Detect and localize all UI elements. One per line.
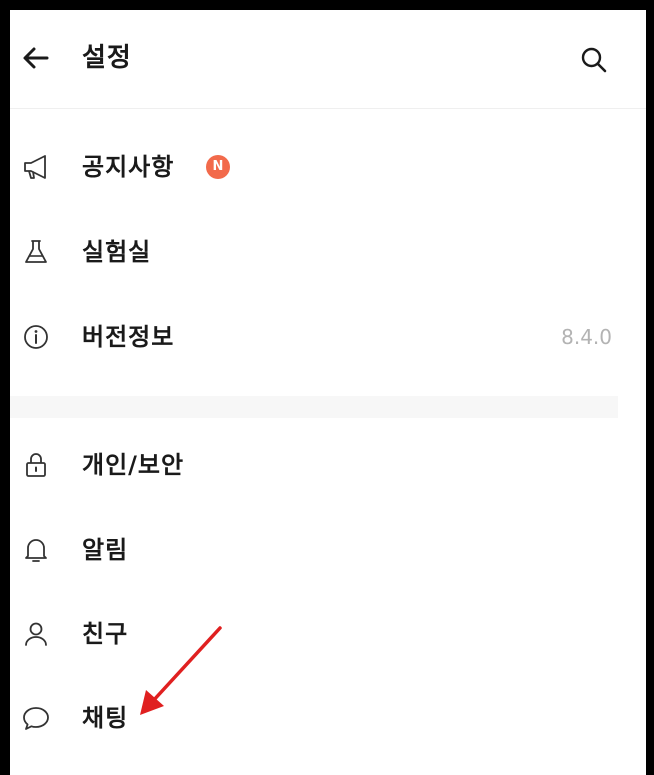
chat-bubble-icon xyxy=(18,700,54,736)
menu-item-notices[interactable]: 공지사항 N xyxy=(10,137,630,197)
version-number: 8.4.0 xyxy=(561,325,612,349)
menu-item-notifications[interactable]: 알림 xyxy=(10,520,630,580)
menu-item-label: 버전정보 xyxy=(82,323,175,351)
menu-item-label: 실험실 xyxy=(82,238,152,266)
settings-screen: 설정 공지사항 N 실험실 버전정보 8.4.0 개인/보안 알림 친구 채팅 xyxy=(10,10,646,775)
lock-icon xyxy=(18,447,54,483)
flask-icon xyxy=(18,234,54,270)
search-button[interactable] xyxy=(574,40,614,80)
arrow-left-icon xyxy=(23,47,49,69)
menu-item-label: 친구 xyxy=(82,620,129,648)
back-button[interactable] xyxy=(18,40,54,76)
menu-item-lab[interactable]: 실험실 xyxy=(10,222,630,282)
menu-item-privacy-security[interactable]: 개인/보안 xyxy=(10,435,630,495)
menu-item-label: 채팅 xyxy=(82,704,129,732)
info-icon xyxy=(18,319,54,355)
page-title: 설정 xyxy=(82,43,132,73)
menu-item-label: 공지사항 xyxy=(82,153,175,181)
section-divider xyxy=(10,396,618,418)
new-badge: N xyxy=(206,155,230,179)
megaphone-icon xyxy=(18,149,54,185)
person-icon xyxy=(18,616,54,652)
menu-item-label: 개인/보안 xyxy=(82,451,185,479)
menu-item-label: 알림 xyxy=(82,536,129,564)
menu-item-friends[interactable]: 친구 xyxy=(10,604,630,664)
menu-item-chat[interactable]: 채팅 xyxy=(10,688,630,748)
search-icon xyxy=(581,47,607,73)
menu-item-version-info[interactable]: 버전정보 8.4.0 xyxy=(10,307,630,367)
top-app-bar: 설정 xyxy=(10,10,646,109)
bell-icon xyxy=(18,532,54,568)
